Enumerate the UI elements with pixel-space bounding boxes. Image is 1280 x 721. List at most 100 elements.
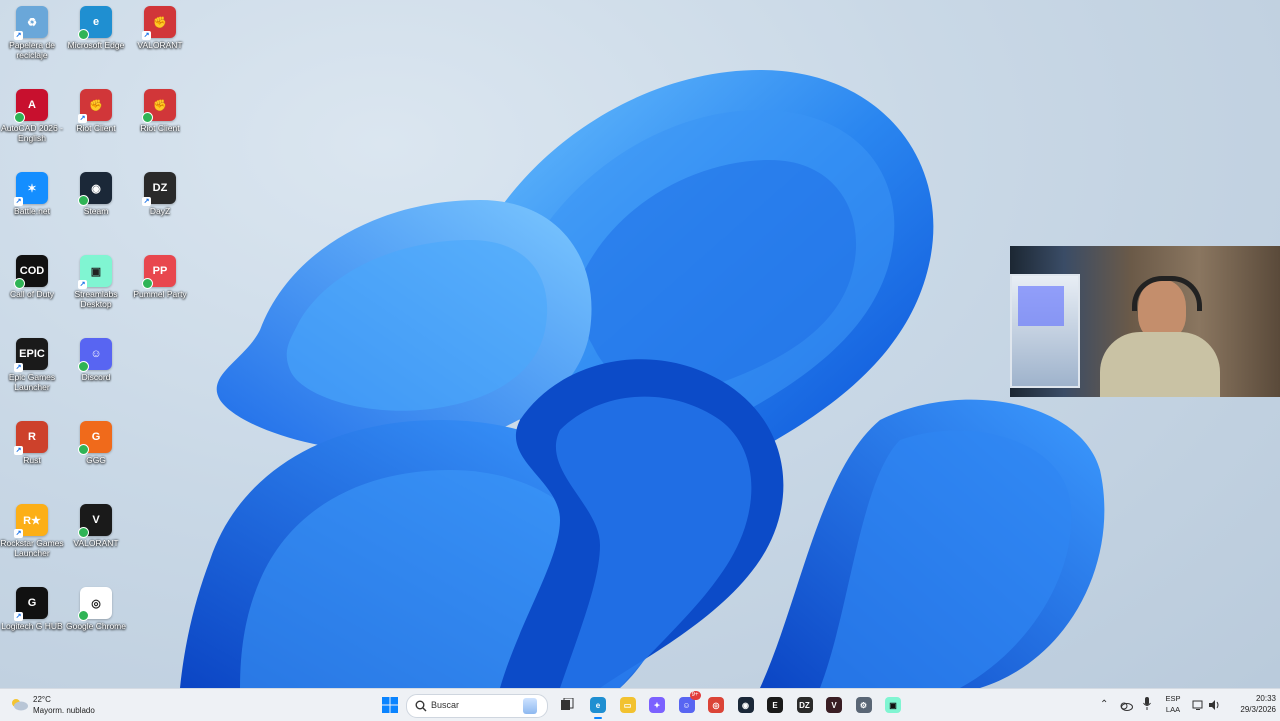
desktop-icon-logitech[interactable]: G ↗ Logitech G HUB <box>0 583 64 631</box>
taskbar-app-chrome[interactable]: ◎ <box>705 694 727 716</box>
search-box[interactable]: Buscar <box>406 694 548 718</box>
logitech-icon: G ↗ <box>14 587 48 621</box>
taskbar-app-valorant[interactable]: V <box>823 694 845 716</box>
search-icon <box>415 699 427 717</box>
desktop-icon-dayz[interactable]: DZ ↗ DayZ <box>128 168 192 216</box>
pc-case-lights <box>1018 286 1064 326</box>
desktop-icon-label: AutoCAD 2026 - English <box>1 123 63 143</box>
streamlabs-icon: ▣ <box>885 697 901 713</box>
person-body <box>1100 332 1220 397</box>
show-hidden-icons-chevron-up-icon[interactable]: ⌃ <box>1100 699 1108 710</box>
taskbar-app-edge[interactable]: e <box>587 694 609 719</box>
edge-icon: e <box>78 6 112 40</box>
desktop-icon-callofduty[interactable]: COD Call of Duty <box>0 251 64 299</box>
riot-icon: ✊ ↗ <box>78 89 112 123</box>
task-view-icon <box>561 698 574 710</box>
chrome-icon: ◎ <box>708 697 724 713</box>
discord-notification-badge: 9+ <box>689 691 701 700</box>
volume-icon[interactable] <box>1208 698 1220 716</box>
sync-status-icon <box>78 29 89 40</box>
taskbar: 22°C Mayorm. nublado Buscar ⌃ ESP LAA 20… <box>0 688 1280 721</box>
desktop-icon-autocad[interactable]: A AutoCAD 2026 - English <box>0 85 64 143</box>
start-icon <box>382 697 398 713</box>
dayz-icon: DZ <box>796 697 813 713</box>
desktop-icon-rockstar[interactable]: R★ ↗ Rockstar Games Launcher <box>0 500 64 558</box>
weather-temp: 22°C <box>33 695 51 704</box>
file-explorer-icon: ▭ <box>619 697 636 713</box>
desktop-icon-edge[interactable]: e Microsoft Edge <box>64 2 128 50</box>
desktop-icon-label: DayZ <box>149 206 171 216</box>
sync-status-icon <box>142 112 153 123</box>
sync-status-icon <box>14 112 25 123</box>
pummelparty-icon: PP <box>142 255 176 289</box>
settings-icon: ⚙ <box>855 697 872 713</box>
taskbar-app-discord[interactable]: ☺ 9+ <box>676 691 701 716</box>
start-button[interactable] <box>379 694 401 716</box>
taskbar-app-streamlabs[interactable]: ▣ <box>882 694 904 716</box>
shortcut-arrow-icon: ↗ <box>142 197 151 206</box>
weather-cloud-icon <box>10 697 28 711</box>
sync-status-icon <box>78 527 89 538</box>
sync-status-icon <box>78 361 89 372</box>
shortcut-arrow-icon: ↗ <box>14 363 23 372</box>
desktop-icon-label: Battle.net <box>14 206 50 216</box>
network-icon[interactable] <box>1192 698 1204 716</box>
running-indicator <box>594 717 602 719</box>
desktop-icon-epic-games[interactable]: EPIC ↗ Epic Games Launcher <box>0 334 64 392</box>
taskbar-app-dayz[interactable]: DZ <box>794 694 816 716</box>
sync-status-icon <box>14 278 25 289</box>
desktop-icon-riot[interactable]: ✊ Riot Client <box>128 85 192 133</box>
desktop-icon-valorant[interactable]: V VALORANT <box>64 500 128 548</box>
taskbar-app-epic-games[interactable]: E <box>764 694 786 716</box>
sync-status-icon <box>78 444 89 455</box>
input-language[interactable]: ESP LAA <box>1160 693 1186 717</box>
clock[interactable]: 20:33 29/3/2026 <box>1226 693 1276 715</box>
taskbar-app-settings[interactable]: ⚙ <box>853 694 875 716</box>
desktop-icon-streamlabs[interactable]: ▣ ↗ Streamlabs Desktop <box>64 251 128 309</box>
riot-icon: ✊ <box>142 89 176 123</box>
desktop-icon-label: Microsoft Edge <box>67 40 125 50</box>
taskbar-app-copilot[interactable]: ✦ <box>646 694 668 716</box>
onedrive-cloud-icon[interactable] <box>1119 698 1133 716</box>
language-code: ESP <box>1165 694 1181 703</box>
desktop-icon-chrome[interactable]: ◎ Google Chrome <box>64 583 128 631</box>
desktop-icon-label: Streamlabs Desktop <box>74 289 118 309</box>
desktop-icon-pummelparty[interactable]: PP Pummel Party <box>128 251 192 299</box>
desktop-icon-steam[interactable]: ◉ Steam <box>64 168 128 216</box>
desktop-icon-ggg[interactable]: G GGG <box>64 417 128 465</box>
battlenet-icon: ✶ ↗ <box>14 172 48 206</box>
desktop-icon-riot[interactable]: ✊ ↗ VALORANT <box>128 2 192 50</box>
clock-date: 29/3/2026 <box>1240 705 1276 714</box>
shortcut-arrow-icon: ↗ <box>142 31 151 40</box>
desktop-icon-recycle-bin[interactable]: ♻ ↗ Papelera de reciclaje <box>0 2 64 60</box>
desktop-icon-discord[interactable]: ☺ Discord <box>64 334 128 382</box>
sync-status-icon <box>78 610 89 621</box>
desktop-icon-label: Logitech G HUB <box>1 621 63 631</box>
microphone-icon[interactable] <box>1143 697 1151 716</box>
autocad-icon: A <box>14 89 48 123</box>
weather-widget[interactable]: 22°C Mayorm. nublado <box>8 692 118 718</box>
taskbar-app-steam[interactable]: ◉ <box>735 694 757 716</box>
search-highlight-icon <box>523 698 537 714</box>
taskbar-app-file-explorer[interactable]: ▭ <box>617 694 639 716</box>
chrome-icon: ◎ <box>78 587 112 621</box>
desktop-icon-riot[interactable]: ✊ ↗ Riot Client <box>64 85 128 133</box>
desktop-icon-label: Call of Duty <box>10 289 54 299</box>
desktop-icon-label: Epic Games Launcher <box>8 372 56 392</box>
desktop-icon-label: Rockstar Games Launcher <box>0 538 64 558</box>
desktop-icon-rust[interactable]: R ↗ Rust <box>0 417 64 465</box>
ggg-icon: G <box>78 421 112 455</box>
shortcut-arrow-icon: ↗ <box>14 612 23 621</box>
webcam-overlay <box>1010 246 1280 397</box>
desktop-icon-battlenet[interactable]: ✶ ↗ Battle.net <box>0 168 64 216</box>
copilot-icon: ✦ <box>649 697 665 713</box>
desktop-icon-label: Rust <box>23 455 41 465</box>
task-view-button[interactable] <box>556 694 578 716</box>
dayz-icon: DZ ↗ <box>142 172 176 206</box>
desktop-icon-label: Papelera de reciclaje <box>9 40 55 60</box>
valorant-icon: V <box>78 504 112 538</box>
desktop-icon-label: Google Chrome <box>65 621 126 631</box>
sync-status-icon <box>78 195 89 206</box>
headset <box>1132 276 1202 311</box>
recycle-bin-icon: ♻ ↗ <box>14 6 48 40</box>
